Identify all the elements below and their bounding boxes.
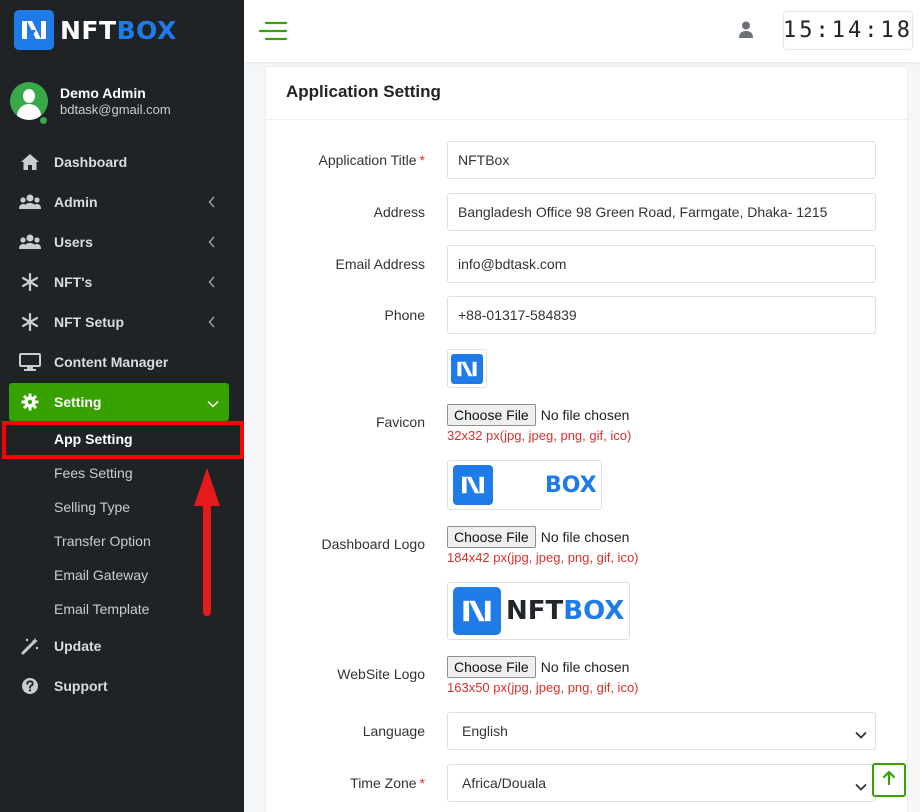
timezone-select-value: Africa/Douala [462,775,547,791]
nftbox-logo-icon [451,353,483,384]
sidebar-item-label: Users [54,234,93,250]
user-email: bdtask@gmail.com [60,102,171,117]
website-logo-label: WebSite Logo [337,666,425,682]
scroll-to-top-button[interactable] [872,763,906,797]
digital-clock: 15:14:18 [783,11,913,50]
dashboard-logo-file-status: No file chosen [540,529,630,545]
monitor-icon [18,352,42,372]
nftbox-logo-icon [453,587,501,635]
language-select[interactable]: English [447,712,876,750]
sidebar-item-label: Support [54,678,108,694]
sidebar-item-label: Update [54,638,102,654]
application-title-label: Application Title * [318,152,425,168]
brand[interactable]: NFTBOX [14,10,177,50]
dashboard-logo-preview-text: BOX [545,472,597,498]
sidebar-item-label: NFT Setup [54,314,124,330]
chevron-down-icon [855,778,867,794]
nftbox-logo-icon [453,465,493,505]
question-icon [18,676,42,696]
dashboard-logo-hint: 184x42 px(jpg, jpeg, png, gif, ico) [447,550,639,565]
sidebar-item-nfts[interactable]: NFT's [0,262,244,302]
address-input[interactable]: Bangladesh Office 98 Green Road, Farmgat… [447,193,876,231]
nftbox-logo-icon [14,10,54,50]
website-logo-file-input[interactable]: Choose File No file chosen [447,656,629,678]
application-title-input[interactable]: NFTBox [447,141,876,179]
application-setting-card: Application Setting Application Title * N… [265,66,909,812]
topbar: 15:14:18 [244,0,920,62]
sidebar-item-support[interactable]: Support [0,666,244,706]
snowflake-icon [18,272,42,292]
sidebar-subitem-fees-setting[interactable]: Fees Setting [54,465,133,481]
email-label: Email Address [335,256,425,272]
chevron-down-icon [855,726,867,742]
dashboard-logo-label: Dashboard Logo [321,536,425,552]
website-logo-preview-text: NFTBOX [506,596,625,626]
sidebar-item-dashboard[interactable]: Dashboard [0,142,244,182]
home-icon [18,152,42,172]
timezone-label: Time Zone * [350,775,425,791]
chevron-left-icon [208,275,216,291]
favicon-label: Favicon [375,414,425,430]
user-profile-icon[interactable] [738,21,754,43]
sidebar-item-setting[interactable]: Setting [9,383,229,421]
favicon-file-input[interactable]: Choose File No file chosen [447,404,629,426]
chevron-left-icon [208,195,216,211]
brand-name-part2: BOX [116,15,177,45]
website-logo-hint: 163x50 px(jpg, jpeg, png, gif, ico) [447,680,639,695]
dashboard-logo-preview: BOX [447,460,602,510]
timezone-select[interactable]: Africa/Douala [447,764,876,802]
favicon-preview [447,349,487,388]
arrow-up-icon [882,770,896,790]
sidebar-item-label: Admin [54,194,98,210]
chevron-left-icon [208,235,216,251]
favicon-file-status: No file chosen [540,407,630,423]
magic-wand-icon [18,636,42,656]
sidebar-item-update[interactable]: Update [0,626,244,666]
website-logo-choose-file-button[interactable]: Choose File [447,656,536,678]
page-title: Application Setting [286,82,441,101]
sidebar-item-label: Dashboard [54,154,128,170]
email-input[interactable]: info@bdtask.com [447,245,876,283]
user-panel: Demo Admin bdtask@gmail.com [10,82,171,120]
phone-input[interactable]: +88-01317-584839 [447,296,876,334]
sidebar-subitem-email-gateway[interactable]: Email Gateway [54,567,148,583]
sidebar-subitem-email-template[interactable]: Email Template [54,601,149,617]
sidebar-item-users[interactable]: Users [0,222,244,262]
sidebar-subitem-selling-type[interactable]: Selling Type [54,499,130,515]
sidebar-item-label: Setting [54,394,102,410]
brand-name: NFTBOX [60,16,177,45]
sidebar-item-label: NFT's [54,274,93,290]
favicon-choose-file-button[interactable]: Choose File [447,404,536,426]
chevron-left-icon [208,315,216,331]
users-icon [18,192,42,212]
gear-icon [18,392,42,412]
sidebar-item-content-manager[interactable]: Content Manager [0,342,244,382]
language-select-value: English [462,723,508,739]
website-logo-file-status: No file chosen [540,659,630,675]
dashboard-logo-choose-file-button[interactable]: Choose File [447,526,536,548]
brand-name-part1: NFT [60,15,117,45]
favicon-hint: 32x32 px(jpg, jpeg, png, gif, ico) [447,428,632,443]
sidebar-item-nft-setup[interactable]: NFT Setup [0,302,244,342]
sidebar-item-admin[interactable]: Admin [0,182,244,222]
online-status-dot [38,115,49,126]
website-logo-preview: NFTBOX [447,582,630,640]
dashboard-logo-file-input[interactable]: Choose File No file chosen [447,526,629,548]
chevron-down-icon [207,395,219,411]
users-icon [18,232,42,252]
annotation-arrow-shaft [203,500,211,616]
language-label: Language [362,723,425,739]
annotation-highlight-box [2,421,244,459]
menu-toggle-icon[interactable] [258,20,288,42]
phone-label: Phone [384,307,425,323]
user-name: Demo Admin [60,85,146,101]
divider [266,119,909,120]
snowflake-icon [18,312,42,332]
sidebar-item-label: Content Manager [54,354,169,370]
sidebar-subitem-transfer-option[interactable]: Transfer Option [54,533,151,549]
sidebar: NFTBOX Demo Admin bdtask@gmail.com Dashb… [0,0,244,812]
address-label: Address [373,204,425,220]
